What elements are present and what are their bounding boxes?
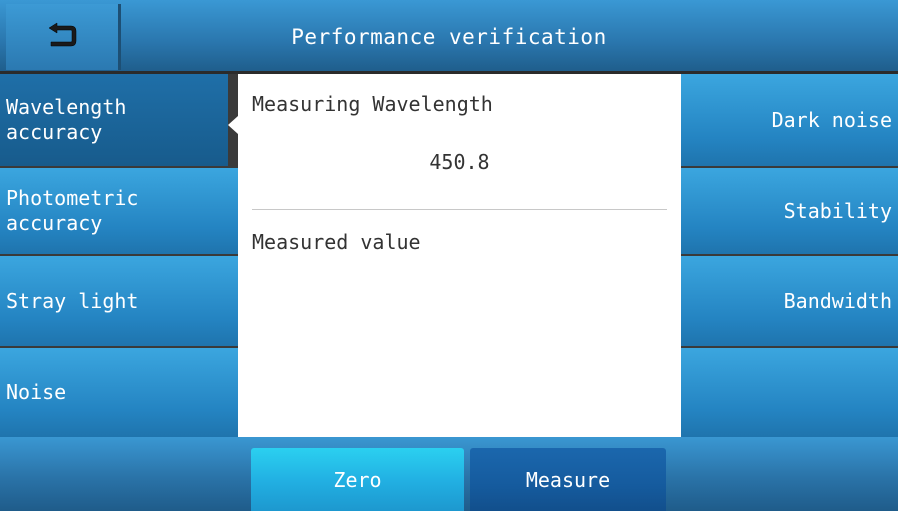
- return-arrow-icon: [45, 22, 79, 52]
- menu-noise[interactable]: Noise: [0, 348, 238, 437]
- menu-label-line2: accuracy: [6, 120, 103, 144]
- measurement-panel: Measuring Wavelength 450.8 Measured valu…: [238, 74, 681, 437]
- measure-button[interactable]: Measure: [470, 448, 666, 511]
- menu-label: Bandwidth: [783, 288, 892, 313]
- header-bar: Performance verification: [0, 0, 898, 74]
- menu-label: Stability: [783, 198, 892, 223]
- menu-label: Dark noise: [771, 107, 892, 132]
- zero-button[interactable]: Zero: [251, 448, 464, 511]
- menu-empty-slot[interactable]: [681, 348, 898, 437]
- measuring-wavelength-label: Measuring Wavelength: [252, 92, 493, 116]
- back-button[interactable]: [6, 4, 121, 70]
- active-pointer: [228, 116, 238, 134]
- measuring-wavelength-value: 450.8: [429, 150, 490, 174]
- page-title: Performance verification: [291, 25, 607, 49]
- menu-wavelength-accuracy[interactable]: Wavelength accuracy: [0, 74, 228, 166]
- menu-label: Stray light: [6, 288, 139, 313]
- menu-stray-light[interactable]: Stray light: [0, 256, 238, 346]
- measured-value-label: Measured value: [252, 230, 421, 254]
- menu-bandwidth[interactable]: Bandwidth: [681, 256, 898, 346]
- menu-dark-noise[interactable]: Dark noise: [681, 74, 898, 166]
- menu-label-line1: Wavelength: [6, 95, 127, 119]
- menu-label-line2: accuracy: [6, 211, 103, 235]
- menu-photometric-accuracy[interactable]: Photometric accuracy: [0, 168, 238, 254]
- divider: [252, 209, 667, 210]
- menu-stability[interactable]: Stability: [681, 168, 898, 254]
- menu-label-line1: Photometric: [6, 186, 139, 210]
- menu-label: Noise: [6, 380, 67, 404]
